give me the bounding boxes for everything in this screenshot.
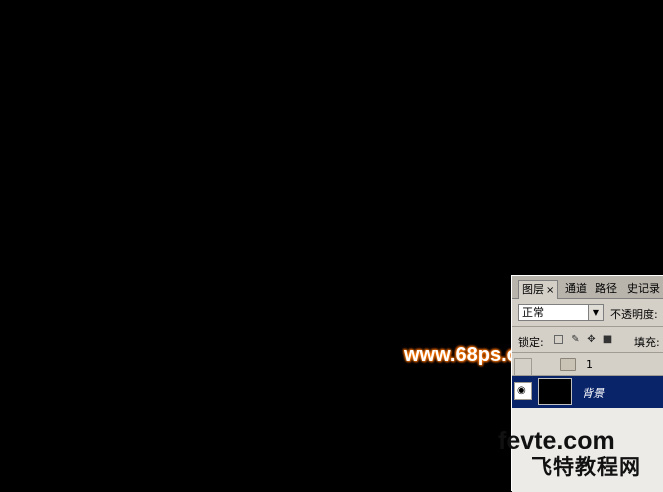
lock-brush-icon[interactable]: ✎ <box>570 334 581 345</box>
opacity-label: 不透明度: <box>610 308 658 321</box>
tab-paths[interactable]: 路径 <box>592 280 620 298</box>
eye-icon: ◉ <box>517 385 526 396</box>
blend-mode-select[interactable]: 正常 ▼ <box>518 304 604 321</box>
close-icon[interactable]: × <box>546 285 554 296</box>
lock-transparency-icon[interactable] <box>554 335 563 344</box>
divider <box>512 352 663 353</box>
folder-icon <box>560 358 576 371</box>
watermark-fevte: fevte.com <box>498 427 615 455</box>
divider <box>512 326 663 327</box>
tab-channels[interactable]: 通道 <box>562 280 590 298</box>
watermark-fevte-cjk: 飞特教程网 <box>531 455 641 479</box>
tab-layers[interactable]: 图层 × <box>518 280 559 299</box>
visibility-toggle[interactable] <box>514 358 532 376</box>
panel-tab-bar: 图层 × 通道 路径 史记录 <box>512 276 663 299</box>
chevron-down-icon[interactable]: ▼ <box>588 305 603 320</box>
tab-layers-label: 图层 <box>522 283 544 296</box>
blend-mode-value: 正常 <box>522 306 544 319</box>
layer-thumbnail <box>538 378 572 405</box>
layer-name: 背景 <box>582 387 604 400</box>
visibility-toggle[interactable]: ◉ <box>514 382 532 400</box>
lock-all-icon[interactable]: ■ <box>602 334 613 345</box>
lock-move-icon[interactable]: ✥ <box>586 334 597 345</box>
layer-name: 1 <box>586 358 593 371</box>
lock-label: 锁定: <box>518 336 544 349</box>
layer-row-group-1[interactable]: 1 <box>512 354 663 376</box>
tab-history[interactable]: 史记录 <box>624 280 663 298</box>
fill-label: 填充: <box>634 336 660 349</box>
layer-row-background[interactable]: ◉ 背景 <box>512 376 663 408</box>
